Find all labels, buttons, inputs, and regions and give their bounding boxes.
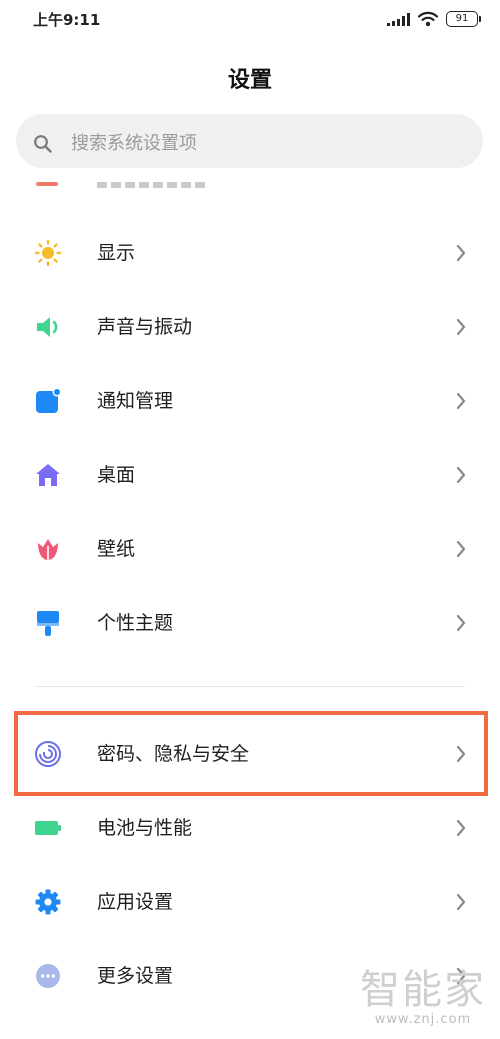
settings-item-label: 显示 xyxy=(97,242,136,264)
highlight-box xyxy=(14,711,488,796)
settings-item-label: 应用设置 xyxy=(97,891,174,913)
settings-item-sound[interactable]: 声音与振动 xyxy=(0,290,500,364)
status-time: 上午9:11 xyxy=(33,11,101,29)
settings-item-wallpaper[interactable]: 壁纸 xyxy=(0,512,500,586)
settings-item-label: 壁纸 xyxy=(97,538,136,560)
brush-icon xyxy=(37,611,59,636)
status-icons: 91 xyxy=(387,9,481,29)
chevron-right-icon xyxy=(456,540,466,558)
chevron-right-icon xyxy=(456,244,466,262)
settings-item-themes[interactable]: 个性主题 xyxy=(0,586,500,660)
home-icon xyxy=(36,464,60,486)
chevron-right-icon xyxy=(456,614,466,632)
settings-item-app-settings[interactable]: 应用设置 xyxy=(0,865,500,939)
tulip-icon xyxy=(38,539,58,560)
settings-item-battery[interactable]: 电池与性能 xyxy=(0,791,500,865)
status-bar: 上午9:11 91 xyxy=(0,0,500,40)
settings-item-label: 声音与振动 xyxy=(97,316,193,338)
more-icon xyxy=(36,964,60,988)
chevron-right-icon xyxy=(456,318,466,336)
watermark: 智能家 www.znj.com xyxy=(360,968,486,1027)
speaker-icon xyxy=(37,317,58,337)
chevron-right-icon xyxy=(456,392,466,410)
settings-item-label: 电池与性能 xyxy=(97,817,193,839)
chevron-right-icon xyxy=(456,466,466,484)
search-icon xyxy=(34,135,52,153)
clipped-list-item xyxy=(0,178,500,194)
watermark-logo: 智能家 xyxy=(360,967,486,1013)
settings-item-label: 桌面 xyxy=(97,464,136,486)
settings-item-label: 通知管理 xyxy=(97,390,174,412)
settings-item-display[interactable]: 显示 xyxy=(0,216,500,290)
battery-indicator: 91 xyxy=(446,11,481,27)
settings-item-label: 个性主题 xyxy=(97,612,174,634)
settings-item-home-screen[interactable]: 桌面 xyxy=(0,438,500,512)
gear-icon xyxy=(35,889,61,915)
watermark-url: www.znj.com xyxy=(374,1012,472,1027)
page-title: 设置 xyxy=(227,68,272,93)
sun-icon xyxy=(34,239,62,267)
signal-icon xyxy=(387,12,410,26)
section-divider xyxy=(34,686,465,687)
settings-item-label: 更多设置 xyxy=(97,965,174,987)
battery-icon xyxy=(35,821,61,835)
wifi-icon xyxy=(418,11,438,27)
chevron-right-icon xyxy=(456,893,466,911)
settings-item-notifications[interactable]: 通知管理 xyxy=(0,364,500,438)
search-input[interactable] xyxy=(69,122,453,164)
chevron-right-icon xyxy=(456,819,466,837)
notification-icon xyxy=(36,387,62,413)
